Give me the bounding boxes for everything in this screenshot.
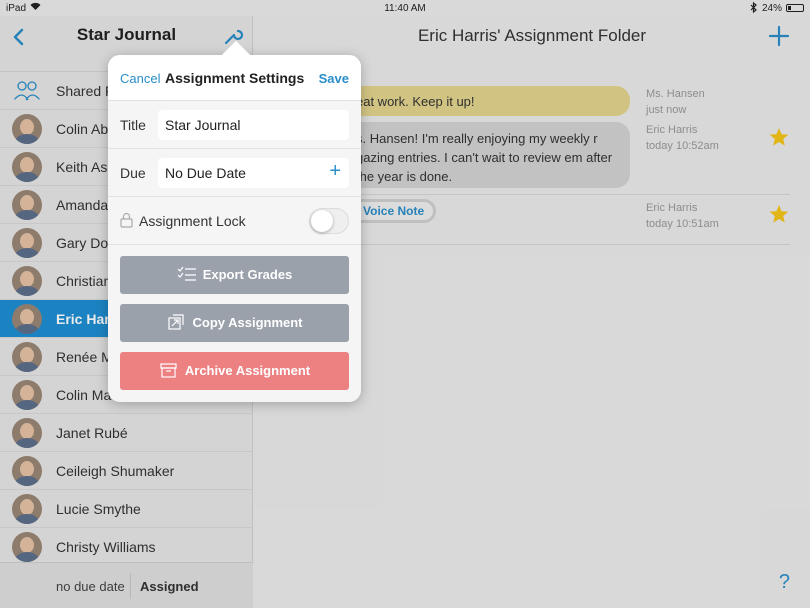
popover-header: Cancel Assignment Settings Save xyxy=(108,55,361,101)
assignment-lock-toggle[interactable] xyxy=(309,208,349,234)
copy-assignment-label: Copy Assignment xyxy=(192,315,303,330)
plus-icon[interactable]: + xyxy=(329,160,341,183)
due-row: Due No Due Date + xyxy=(108,149,361,197)
assignment-settings-popover: Cancel Assignment Settings Save Title St… xyxy=(108,55,361,402)
title-label: Title xyxy=(120,117,146,133)
title-input[interactable]: Star Journal xyxy=(158,110,349,140)
export-grades-button[interactable]: Export Grades xyxy=(120,256,349,294)
lock-icon xyxy=(120,212,133,228)
assignment-lock-label: Assignment Lock xyxy=(139,213,246,229)
archive-assignment-label: Archive Assignment xyxy=(184,363,311,378)
due-label: Due xyxy=(120,165,146,181)
export-grades-label: Export Grades xyxy=(202,267,293,282)
popover-title: Assignment Settings xyxy=(165,70,305,86)
due-date-field[interactable]: No Due Date xyxy=(158,158,349,188)
cancel-button[interactable]: Cancel xyxy=(120,71,160,86)
archive-assignment-button[interactable]: Archive Assignment xyxy=(120,352,349,390)
copy-assignment-button[interactable]: Copy Assignment xyxy=(120,304,349,342)
lock-row: Assignment Lock xyxy=(108,197,361,245)
archive-box-icon xyxy=(159,355,179,378)
copy-icon xyxy=(166,307,186,330)
title-row: Title Star Journal xyxy=(108,101,361,149)
list-check-icon xyxy=(177,259,197,281)
save-button[interactable]: Save xyxy=(319,71,349,86)
